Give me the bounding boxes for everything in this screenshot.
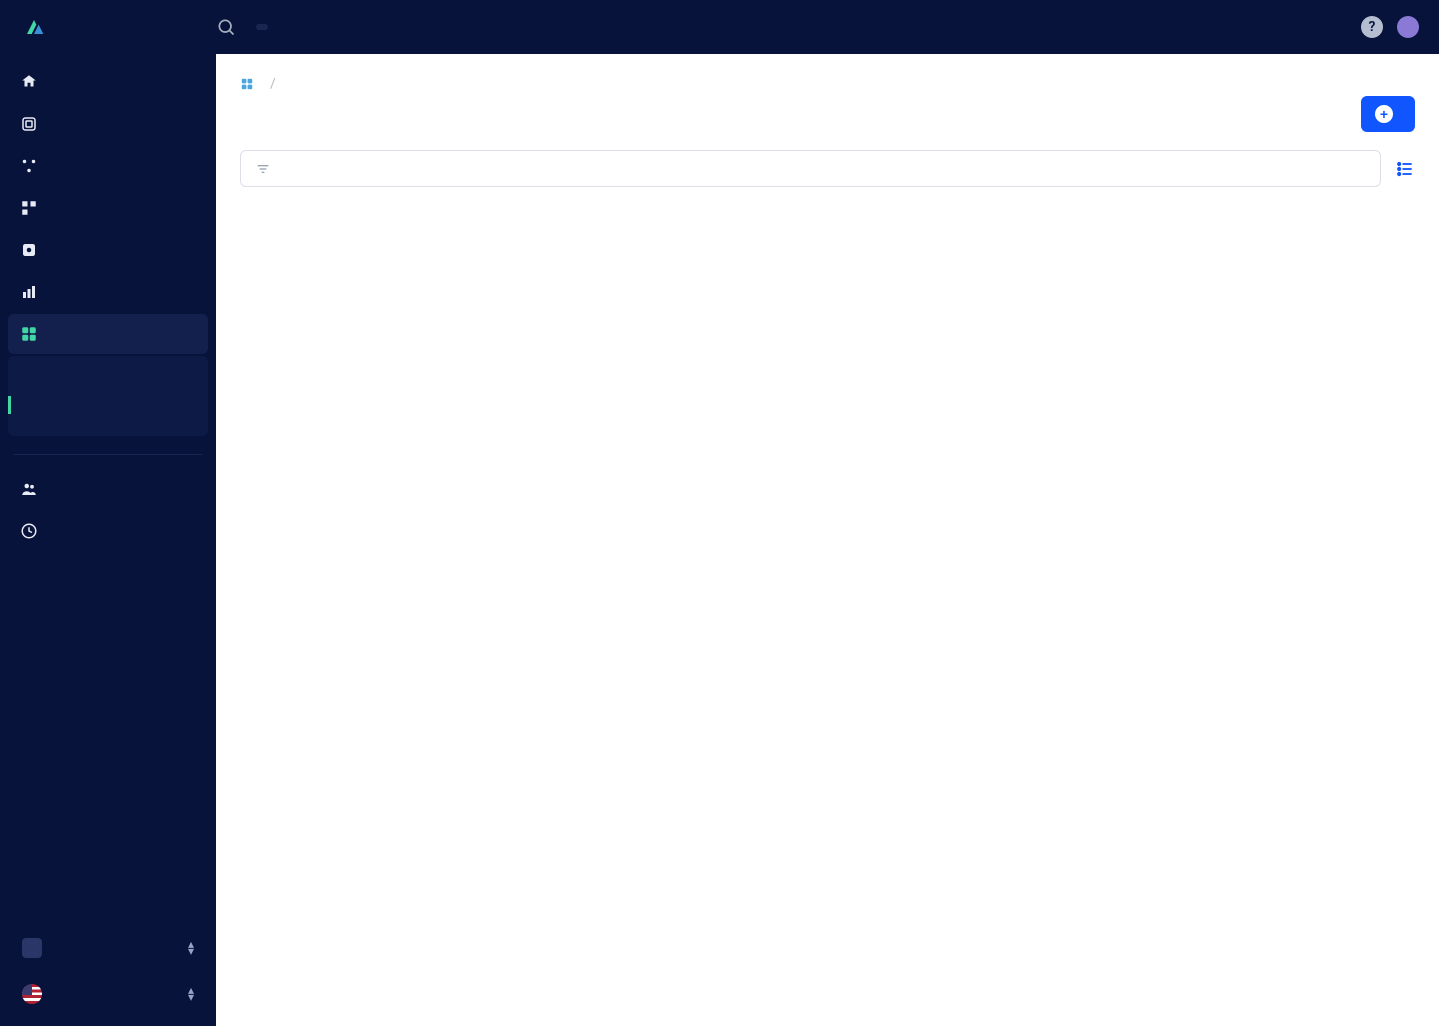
- search-icon: [216, 17, 236, 37]
- subnav-item-integrations[interactable]: [8, 414, 208, 432]
- filter-icon: [255, 161, 271, 177]
- topbar: ?: [0, 0, 1439, 54]
- breadcrumb-separator: /: [270, 76, 276, 92]
- list-view-icon: [1395, 159, 1415, 179]
- help-icon[interactable]: ?: [1361, 16, 1383, 38]
- avatar[interactable]: [1397, 16, 1419, 38]
- filter-input[interactable]: [281, 160, 1366, 177]
- mesh-icon: [20, 157, 38, 175]
- gateway-icon: [20, 115, 38, 133]
- api-products-icon: [20, 199, 38, 217]
- sidebar-item-overview[interactable]: [8, 62, 208, 102]
- sidebar-item-analytics[interactable]: [8, 272, 208, 312]
- view-toggle-button[interactable]: [1395, 159, 1415, 179]
- chevron-up-down-icon: ▴▾: [188, 941, 194, 955]
- global-search[interactable]: [216, 17, 1361, 37]
- sidebar-item-mesh-manager[interactable]: [8, 146, 208, 186]
- subnav: [8, 356, 208, 436]
- plus-circle-icon: +: [1375, 105, 1393, 123]
- search-shortcut: [256, 24, 268, 30]
- sidebar-item-gateway-manager[interactable]: [8, 104, 208, 144]
- analytics-icon: [20, 283, 38, 301]
- logo[interactable]: [20, 13, 216, 41]
- subnav-item-resources[interactable]: [8, 378, 208, 396]
- us-flag-icon: [22, 984, 42, 1004]
- sidebar-divider: [14, 454, 202, 455]
- sidebar-item-plan-and-usage[interactable]: [8, 511, 208, 551]
- sidebar-item-dev-portal[interactable]: [8, 230, 208, 270]
- org-switcher[interactable]: ▴▾: [12, 928, 204, 968]
- logo-icon: [20, 13, 48, 41]
- sidebar-item-api-products[interactable]: [8, 188, 208, 228]
- subnav-item-scorecards[interactable]: [8, 396, 208, 414]
- service-hub-icon: [240, 77, 254, 91]
- subnav-item-services[interactable]: [8, 360, 208, 378]
- sidebar-item-organization[interactable]: [8, 469, 208, 509]
- dev-portal-icon: [20, 241, 38, 259]
- chevron-up-down-icon: ▴▾: [188, 987, 194, 1001]
- sidebar-item-service-catalog[interactable]: [8, 314, 208, 354]
- new-scorecard-button[interactable]: +: [1361, 96, 1415, 132]
- organization-icon: [20, 480, 38, 498]
- overview-icon: [20, 73, 38, 91]
- org-icon: [22, 938, 42, 958]
- sidebar: ▴▾ ▴▾: [0, 54, 216, 1026]
- region-switcher[interactable]: ▴▾: [12, 974, 204, 1014]
- breadcrumb: /: [240, 76, 1415, 92]
- service-catalog-icon: [20, 325, 38, 343]
- main-content: / +: [216, 54, 1439, 1026]
- plan-usage-icon: [20, 522, 38, 540]
- filter-input-wrap[interactable]: [240, 150, 1381, 187]
